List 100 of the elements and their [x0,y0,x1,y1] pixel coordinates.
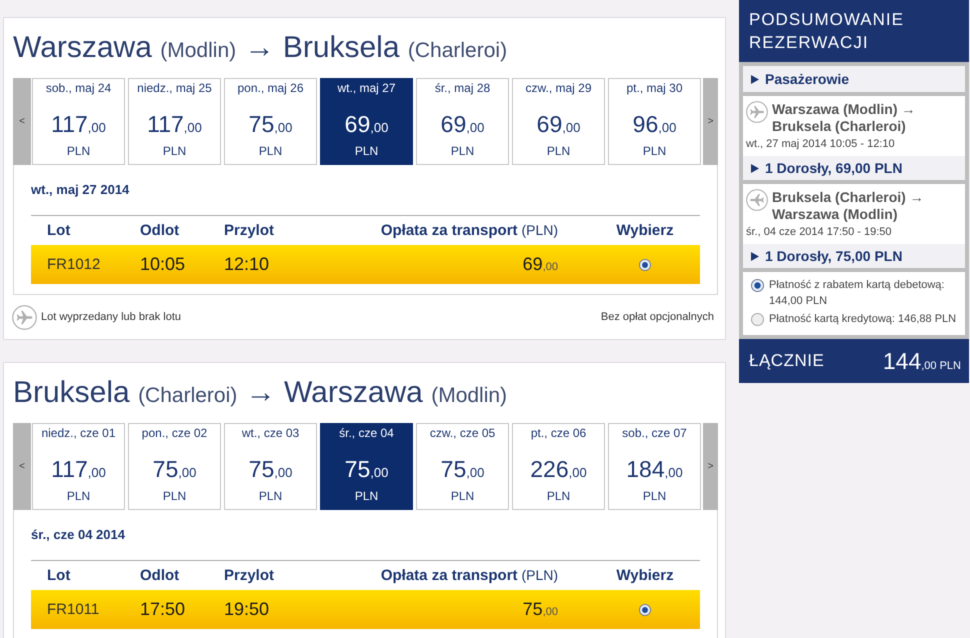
currency-label: PLN [66,489,90,503]
passengers-toggle[interactable]: Pasażerowie [743,66,965,92]
fare-price: 75,00 [152,455,196,484]
next-dates-button[interactable]: > [703,78,718,165]
fare-price: 184,00 [626,455,683,484]
fare-price: 75,00 [344,455,388,484]
fare-price: 75,00 [522,599,558,620]
date-label: pon., maj 26 [237,81,304,95]
fare-price: 96,00 [632,110,676,139]
fare-price: 117,00 [147,110,202,139]
currency-label: PLN [354,144,378,158]
date-option[interactable]: czw., cze 05 75,00 PLN [416,423,509,510]
date-label: pon., cze 02 [142,426,208,440]
date-option[interactable]: wt., maj 27 69,00 PLN [320,78,413,165]
fees-note: Bez opłat opcjonalnych [600,311,714,323]
currency-label: PLN [162,489,186,503]
date-option[interactable]: niedz., maj 25 117,00 PLN [128,78,221,165]
leg-datetime: wt., 27 maj 2014 10:05 - 12:10 [746,137,896,151]
payment-radio[interactable] [751,279,764,292]
column-header: Wybierz [616,567,674,584]
arrival-time: 12:10 [224,254,270,275]
departure-time: 17:50 [140,599,186,620]
currency-label: PLN [546,144,570,158]
selected-date-heading: wt., maj 27 2014 [31,181,130,199]
date-label: pt., cze 06 [530,426,586,440]
date-option[interactable]: niedz., cze 01 117,00 PLN [32,423,125,510]
previous-dates-button[interactable]: < [13,423,31,510]
triangle-icon [751,164,759,172]
next-dates-button[interactable]: > [703,423,718,510]
date-option[interactable]: pt., maj 30 96,00 PLN [608,78,701,165]
date-label: śr., maj 28 [434,81,490,95]
currency-label: PLN [546,489,570,503]
currency-label: PLN [642,144,666,158]
plane-icon [746,189,768,211]
flight-number: FR1011 [47,601,100,618]
unavailable-legend: Lot wyprzedany lub brak lotu [41,311,182,323]
fare-price: 69,00 [536,110,580,139]
currency-label: PLN [354,489,378,503]
column-header: Odlot [140,222,180,239]
fare-price: 75,00 [248,110,292,139]
summary-title: PODSUMOWANIE REZERWACJI [739,0,969,62]
leg-datetime: śr., 04 cze 2014 17:50 - 19:50 [746,225,893,239]
total-label: ŁĄCZNIE [749,351,824,371]
date-option[interactable]: sob., maj 24 117,00 PLN [32,78,125,165]
fare-price: 75,00 [248,455,292,484]
flight-row[interactable]: FR1011 17:50 19:50 75,00 [31,590,700,629]
route-title: Bruksela (Charleroi) → Warszawa (Modlin) [13,375,508,411]
currency-label: PLN [450,489,474,503]
date-label: niedz., maj 25 [137,81,212,95]
currency-label: PLN [258,144,282,158]
fare-price: 69,00 [522,254,558,275]
flight-row[interactable]: FR1012 10:05 12:10 69,00 [31,245,700,284]
column-header: Opłata za transport (PLN) [380,222,558,239]
date-option[interactable]: czw., maj 29 69,00 PLN [512,78,605,165]
column-header: Opłata za transport (PLN) [380,567,558,584]
currency-label: PLN [162,144,186,158]
date-label: wt., cze 03 [242,426,300,440]
column-header: Lot [47,222,70,239]
date-label: wt., maj 27 [337,81,396,95]
date-option[interactable]: śr., maj 28 69,00 PLN [416,78,509,165]
leg-route: Warszawa (Modlin) → Bruksela (Charleroi) [772,101,916,135]
departure-time: 10:05 [140,254,186,275]
date-label: śr., cze 04 [339,426,394,440]
triangle-icon [751,252,759,260]
payment-option-label: Płatność kartą kredytową: 146,88 PLN [769,312,956,327]
column-header: Przylot [224,567,274,584]
currency-label: PLN [450,144,474,158]
flight-radio[interactable] [639,604,651,616]
payment-option-label: Płatność z rabatem kartą debetową: 144,00 PLN [769,278,946,309]
previous-dates-button[interactable]: < [13,78,31,165]
fare-toggle[interactable]: 1 Dorosły, 69,00 PLN [743,156,965,180]
selected-date-heading: śr., cze 04 2014 [31,526,126,544]
date-option[interactable]: pt., cze 06 226,00 PLN [512,423,605,510]
fare-price: 117,00 [51,110,106,139]
currency-label: PLN [642,489,666,503]
plane-icon [746,101,768,123]
date-label: sob., cze 07 [622,426,687,440]
fare-toggle[interactable]: 1 Dorosły, 75,00 PLN [743,244,965,268]
date-label: niedz., cze 01 [41,426,116,440]
fare-price: 226,00 [530,455,587,484]
flight-radio[interactable] [639,258,651,270]
total-amount: 144,00 PLN [882,348,961,374]
fare-price: 69,00 [440,110,484,139]
date-label: czw., maj 29 [525,81,592,95]
plane-icon [12,304,37,330]
date-option[interactable]: śr., cze 04 75,00 PLN [320,423,413,510]
date-option[interactable]: wt., cze 03 75,00 PLN [224,423,317,510]
currency-label: PLN [258,489,282,503]
column-header: Lot [47,567,70,584]
arrival-time: 19:50 [224,599,270,620]
date-option[interactable]: pon., maj 26 75,00 PLN [224,78,317,165]
fare-price: 117,00 [51,455,106,484]
date-label: pt., maj 30 [626,81,683,95]
date-option[interactable]: sob., cze 07 184,00 PLN [608,423,701,510]
payment-radio[interactable] [751,313,764,326]
column-header: Przylot [224,222,274,239]
column-header: Wybierz [616,222,674,239]
flight-number: FR1012 [47,256,100,273]
date-option[interactable]: pon., cze 02 75,00 PLN [128,423,221,510]
fare-price: 69,00 [344,110,388,139]
